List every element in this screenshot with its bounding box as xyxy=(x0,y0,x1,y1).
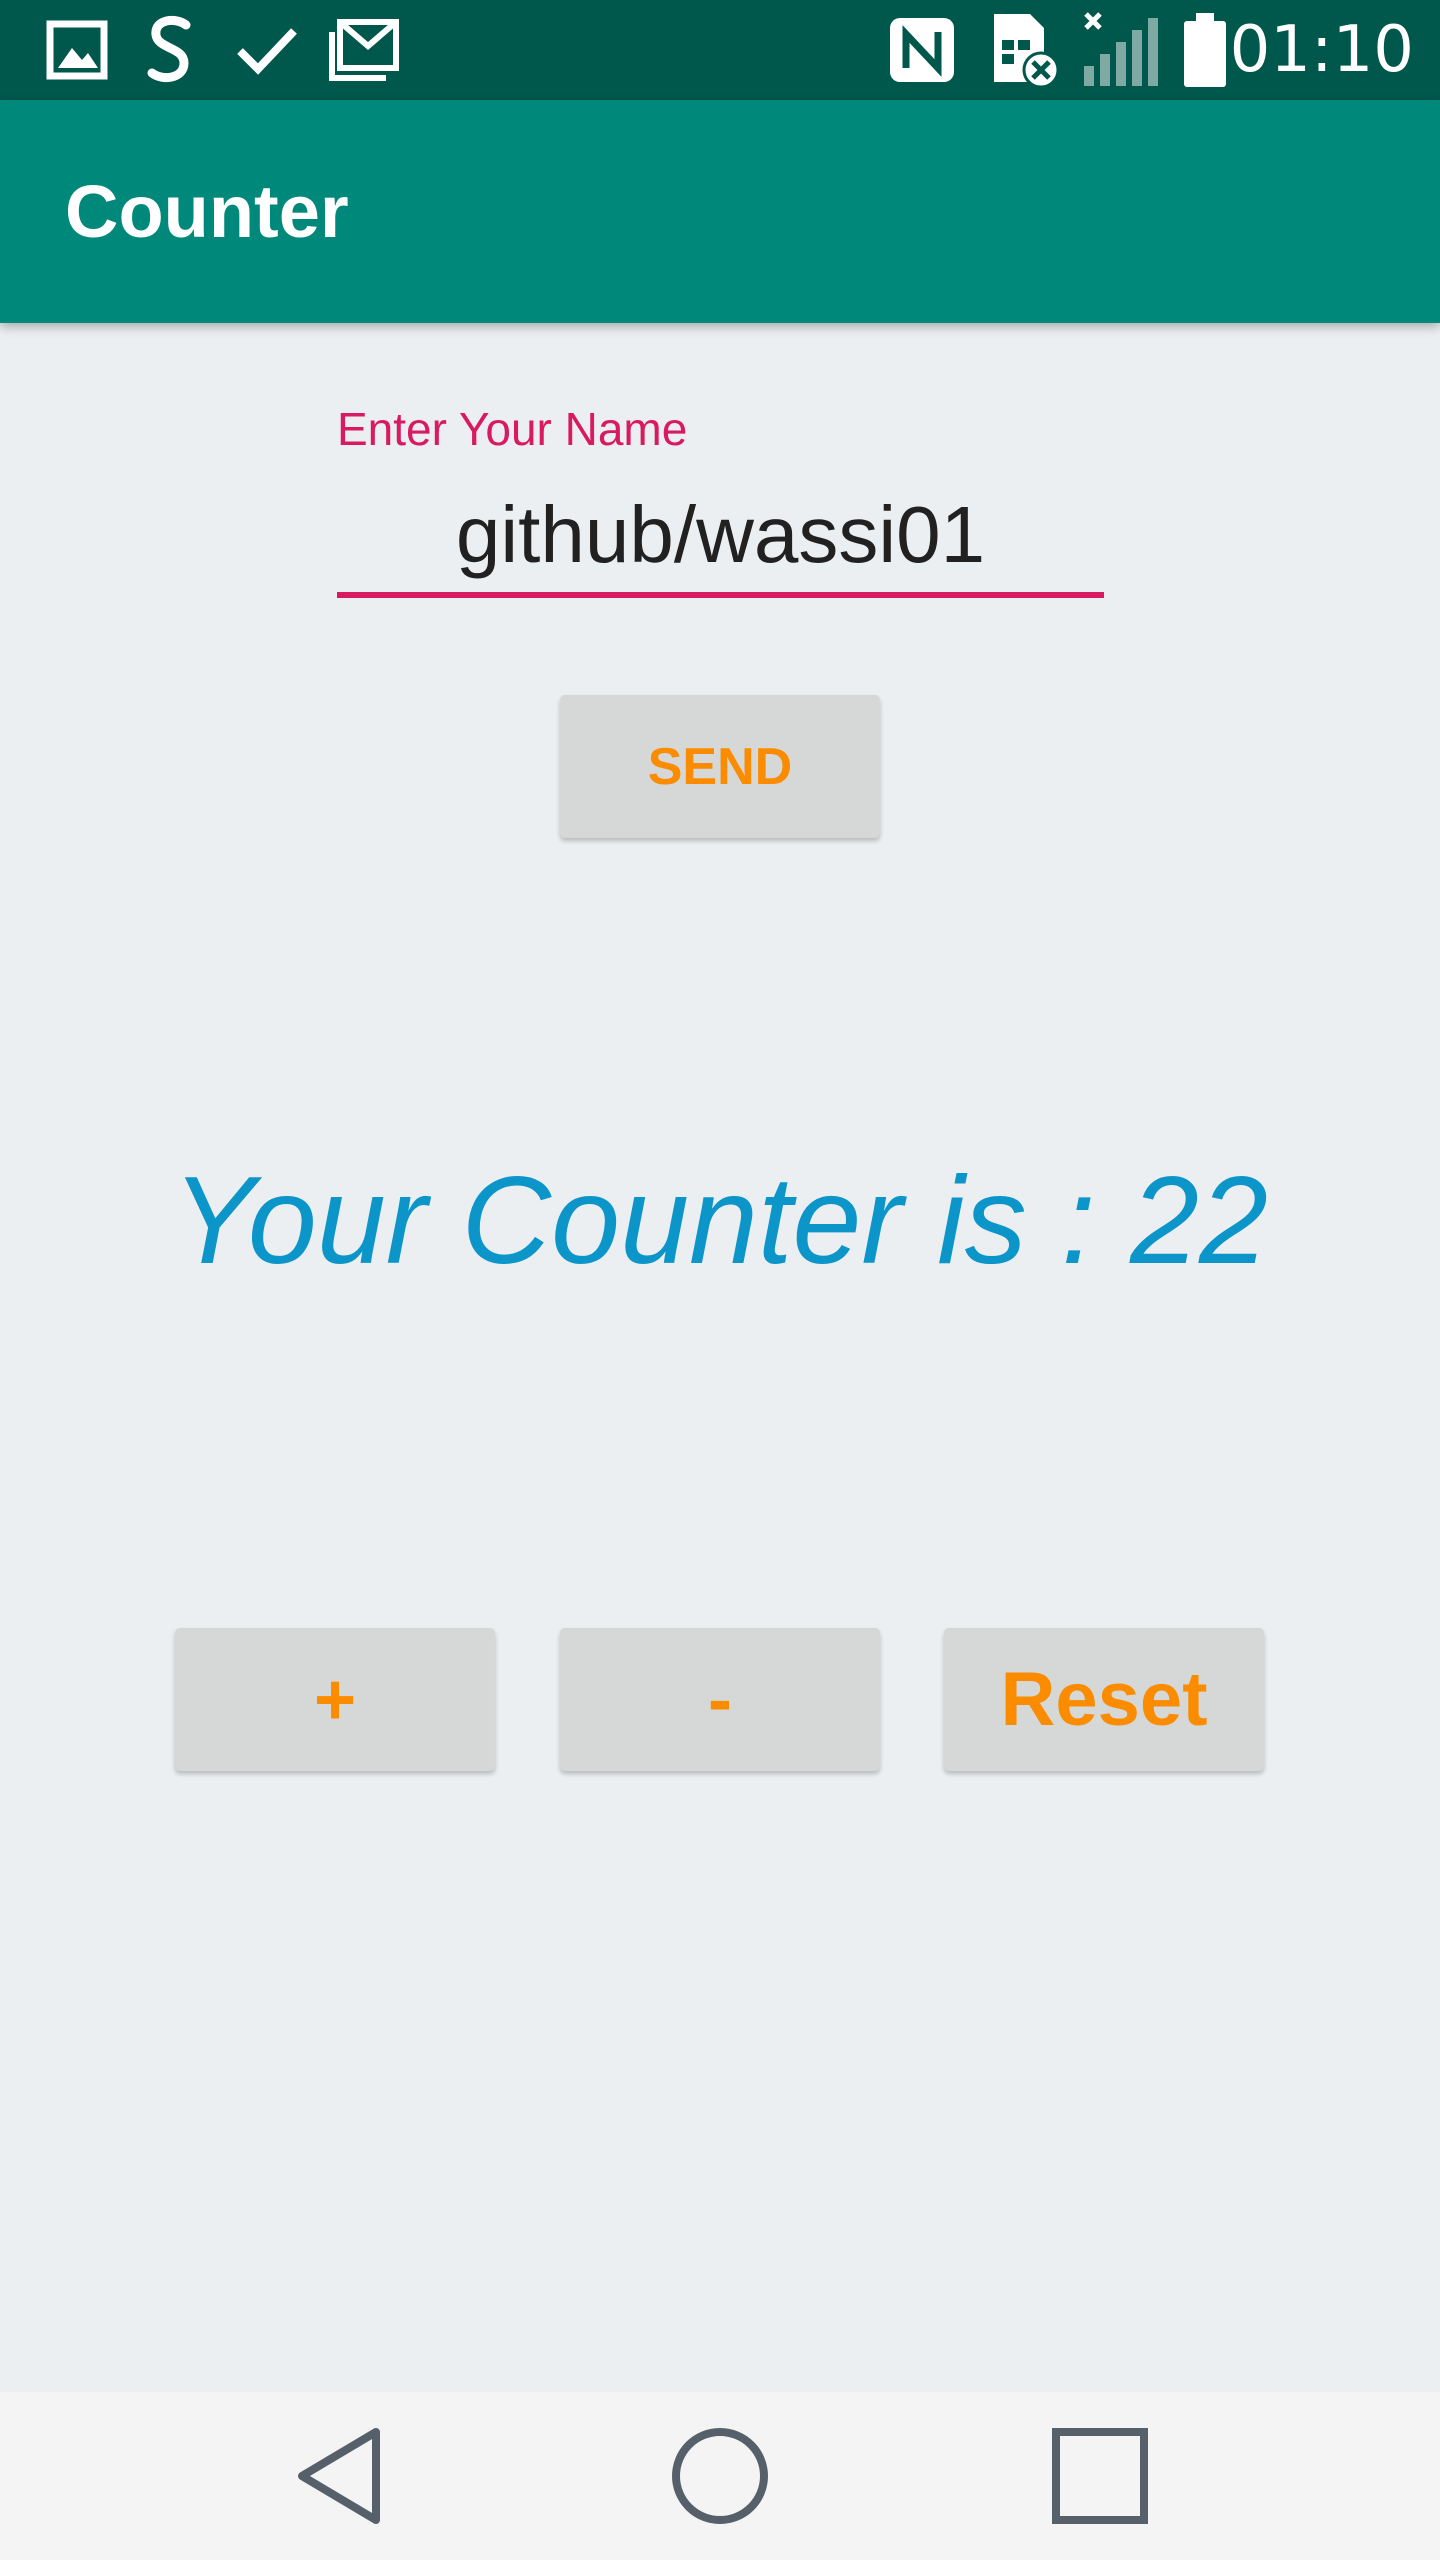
check-icon xyxy=(236,0,298,100)
signal-icon xyxy=(1080,0,1160,100)
back-icon[interactable] xyxy=(294,2392,384,2560)
navigation-bar xyxy=(0,2392,1440,2560)
name-input[interactable] xyxy=(337,478,1104,598)
home-icon[interactable] xyxy=(670,2392,770,2560)
send-button[interactable]: SEND xyxy=(560,695,880,838)
battery-icon xyxy=(1180,0,1230,100)
counter-display: Your Counter is : 22 xyxy=(172,1152,1268,1290)
reset-button[interactable]: Reset xyxy=(944,1628,1264,1771)
name-field-label: Enter Your Name xyxy=(337,403,688,455)
app-title: Counter xyxy=(65,170,349,253)
decrement-button[interactable]: - xyxy=(560,1628,880,1771)
mail-icon xyxy=(328,0,400,100)
sim-error-icon xyxy=(990,0,1060,100)
increment-button[interactable]: + xyxy=(175,1628,495,1771)
status-time: 01:10 xyxy=(1229,13,1414,87)
gallery-icon xyxy=(46,0,108,100)
s-app-icon xyxy=(146,0,194,100)
status-bar: 01:10 xyxy=(0,0,1440,100)
app-bar: Counter xyxy=(0,100,1440,323)
nfc-icon xyxy=(886,0,958,100)
recents-icon[interactable] xyxy=(1052,2392,1148,2560)
